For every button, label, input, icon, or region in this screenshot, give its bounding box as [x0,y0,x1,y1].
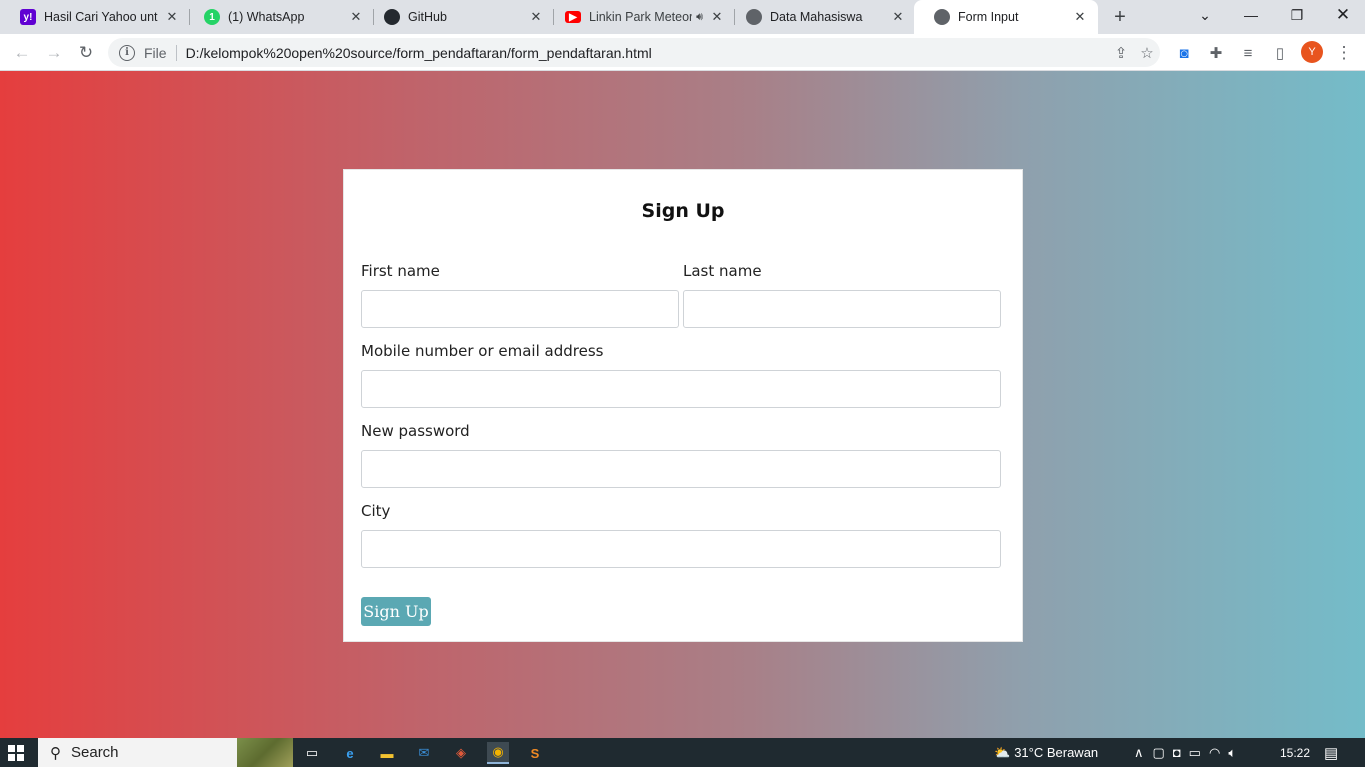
close-icon[interactable]: ✕ [164,9,180,25]
search-highlight-image [237,738,293,767]
tab-title: GitHub [408,10,447,24]
speaker-icon[interactable]: 🔊︎ [696,11,703,24]
file-explorer-icon[interactable]: ▬ [376,742,398,764]
password-label: New password [361,422,470,440]
close-window-button[interactable]: ✕ [1320,0,1365,30]
notification-icon[interactable]: ▤ [1324,738,1338,767]
cloud-sun-icon: ⛅ [994,744,1011,760]
tab-title: Hasil Cari Yahoo untuk [44,10,158,24]
close-icon[interactable]: ✕ [709,9,725,25]
new-tab-button[interactable]: + [1108,5,1132,29]
weather-widget[interactable]: ⛅ 31°C Berawan [994,738,1098,767]
globe-icon [934,9,950,25]
tab-github[interactable]: GitHub ✕ [364,0,554,34]
tab-data-mahasiswa[interactable]: Data Mahasiswa ✕ [726,0,916,34]
yahoo-icon: y! [20,9,36,25]
close-icon[interactable]: ✕ [1072,9,1088,25]
password-input[interactable] [361,450,1001,488]
close-icon[interactable]: ✕ [890,9,906,25]
media-queue-icon[interactable]: ≡ [1237,42,1259,64]
contact-label: Mobile number or email address [361,342,604,360]
search-icon: ⚲ [50,744,61,762]
city-input[interactable] [361,530,1001,568]
browser-toolbar: ← → ↻ i File D:/kelompok%20open%20source… [0,34,1365,71]
tab-title: (1) WhatsApp [228,10,305,24]
meet-now-icon[interactable]: ▢ [1153,745,1165,761]
avatar[interactable]: Y [1301,41,1323,63]
mail-icon[interactable]: ✉ [413,742,435,764]
tab-title: Linkin Park Meteora [589,10,693,24]
city-label: City [361,502,391,520]
form-title: Sign Up [641,200,725,222]
address-bar[interactable]: i File D:/kelompok%20open%20source/form_… [108,38,1160,67]
github-icon [384,9,400,25]
contact-input[interactable] [361,370,1001,408]
signup-button[interactable]: Sign Up [361,597,431,626]
camera-icon[interactable]: ◘ [1173,745,1181,760]
last-name-label: Last name [683,262,762,280]
battery-icon[interactable]: ▭ [1189,745,1201,761]
extensions-icon[interactable]: ✚ [1205,42,1227,64]
chevron-up-icon[interactable]: ∧ [1134,745,1144,761]
minimize-button[interactable]: — [1228,0,1274,30]
whatsapp-icon: 1 [204,9,220,25]
last-name-input[interactable] [683,290,1001,328]
taskbar-search[interactable]: ⚲ Search [38,738,293,767]
info-icon[interactable]: i [119,44,135,61]
wifi-icon[interactable]: ◠ [1209,745,1220,761]
tab-youtube[interactable]: ▶ Linkin Park Meteora 🔊︎ ✕ [545,0,735,34]
sublime-text-icon[interactable]: S [524,742,546,764]
windows-taskbar: ⚲ Search ▭ e ▬ ✉ ◈ ◉ S ⛅ 31°C Berawan ∧ … [0,738,1365,767]
page-viewport: Sign Up First name Last name Mobile numb… [0,71,1365,738]
restore-button[interactable]: ❐ [1274,0,1320,30]
tab-yahoo[interactable]: y! Hasil Cari Yahoo untuk ✕ [0,0,190,34]
taskbar-search-label: Search [71,744,119,761]
tab-search-icon[interactable]: ⌄ [1182,0,1228,30]
side-panel-icon[interactable]: ▯ [1269,42,1291,64]
chrome-icon[interactable]: ◉ [487,742,509,764]
clock[interactable]: 15:22 [1280,738,1310,767]
tab-strip: y! Hasil Cari Yahoo untuk ✕ 1 (1) WhatsA… [0,0,1365,34]
back-button[interactable]: ← [8,39,36,67]
bookmark-star-icon[interactable]: ☆ [1134,44,1160,62]
tray-icons: ∧ ▢ ◘ ▭ ◠ 🔈︎ [1134,738,1246,767]
share-icon[interactable]: ⇪ [1108,44,1134,62]
app-icon[interactable]: ◈ [450,742,472,764]
tab-form-input[interactable]: Form Input ✕ [914,0,1098,34]
tab-whatsapp[interactable]: 1 (1) WhatsApp ✕ [184,0,374,34]
tab-title: Data Mahasiswa [770,10,863,24]
reload-button[interactable]: ↻ [72,39,100,67]
first-name-input[interactable] [361,290,679,328]
close-icon[interactable]: ✕ [528,9,544,25]
edge-icon[interactable]: e [339,742,361,764]
globe-icon [746,9,762,25]
youtube-icon: ▶ [565,11,581,23]
tab-title: Form Input [958,10,1019,24]
weather-text: 31°C Berawan [1014,745,1099,760]
volume-icon[interactable]: 🔈︎ [1228,745,1236,761]
signup-form: Sign Up First name Last name Mobile numb… [343,169,1023,642]
first-name-label: First name [361,262,440,280]
close-icon[interactable]: ✕ [348,9,364,25]
task-view-icon[interactable]: ▭ [301,742,323,764]
windows-start-icon[interactable] [8,745,24,761]
scheme-label: File [144,44,167,61]
menu-icon[interactable]: ⋮ [1333,42,1355,64]
screen-cast-icon[interactable]: ◙ [1173,42,1195,64]
forward-button[interactable]: → [40,39,68,67]
url-text[interactable]: D:/kelompok%20open%20source/form_pendaft… [186,45,1108,61]
